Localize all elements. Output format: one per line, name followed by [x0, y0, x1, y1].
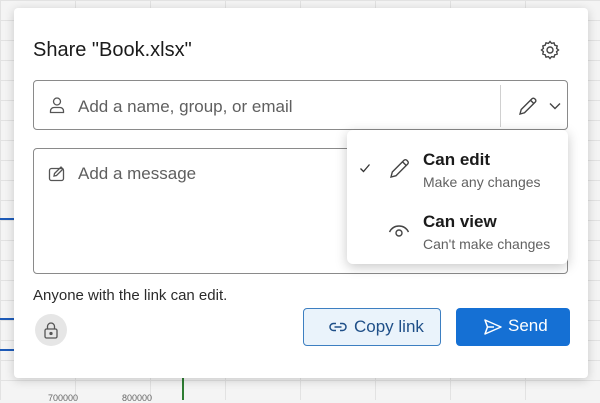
recipients-field [33, 80, 568, 130]
chart-series-line [0, 349, 14, 351]
gear-icon[interactable] [538, 38, 562, 62]
checkmark-icon [360, 164, 370, 173]
send-button[interactable]: Send [456, 308, 570, 346]
dialog-title: Share "Book.xlsx" [33, 39, 192, 61]
menu-item-subtitle: Can't make changes [423, 236, 551, 252]
permission-menu: Can edit Make any changes Can view Can't… [347, 130, 568, 264]
copy-link-button[interactable]: Copy link [303, 308, 441, 346]
send-icon [484, 319, 502, 335]
chevron-down-icon [549, 103, 561, 110]
axis-label: 800000 [122, 393, 153, 403]
permission-dropdown-button[interactable] [511, 91, 567, 121]
menu-item-title: Can edit [423, 150, 491, 169]
lock-icon [44, 322, 58, 339]
eye-icon [388, 225, 410, 237]
copy-link-label: Copy link [354, 317, 424, 336]
menu-item-can-view[interactable]: Can view Can't make changes [347, 198, 568, 258]
axis-label: 700000 [48, 393, 79, 403]
share-dialog: Share "Book.xlsx" Add a name, group, or … [14, 8, 588, 378]
field-divider [500, 85, 501, 127]
pencil-icon [519, 97, 537, 115]
menu-item-subtitle: Make any changes [423, 174, 541, 190]
chart-axis-line [182, 376, 184, 400]
person-icon [49, 97, 65, 114]
compose-icon [48, 166, 65, 182]
link-status-text: Anyone with the link can edit. [33, 287, 228, 304]
menu-item-can-edit[interactable]: Can edit Make any changes [347, 136, 568, 196]
send-label: Send [508, 316, 548, 335]
recipients-input[interactable] [76, 94, 480, 120]
link-icon [329, 322, 347, 332]
menu-item-title: Can view [423, 212, 497, 231]
link-settings-button[interactable] [35, 314, 67, 346]
chart-series-line [0, 218, 14, 220]
pencil-icon [390, 159, 409, 178]
chart-series-line [0, 318, 14, 320]
